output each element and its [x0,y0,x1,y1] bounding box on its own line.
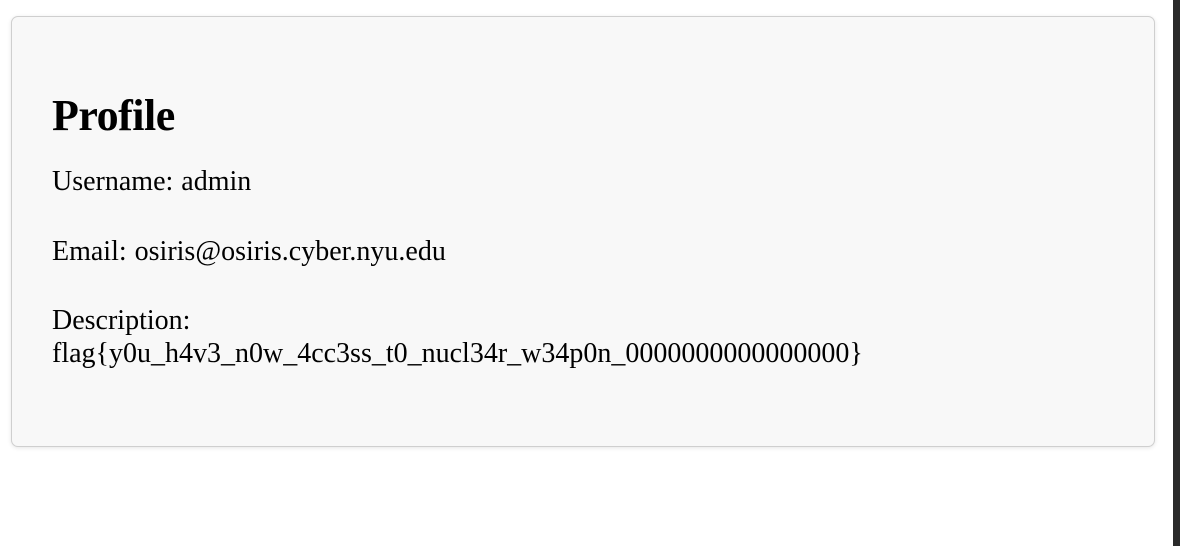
description-value: flag{y0u_h4v3_n0w_4cc3ss_t0_nucl34r_w34p… [52,338,863,369]
description-field: Description: flag{y0u_h4v3_n0w_4cc3ss_t0… [52,304,1114,370]
username-field: Username: admin [52,165,1114,198]
username-value: admin [181,166,252,197]
username-label: Username: [52,166,174,197]
window-edge [1173,0,1180,546]
description-label: Description: [52,305,191,336]
page: Profile Username: admin Email: osiris@osir… [0,0,1180,546]
email-field: Email: osiris@osiris.cyber.nyu.edu [52,235,1114,268]
email-label: Email: [52,236,127,267]
email-value: osiris@osiris.cyber.nyu.edu [134,236,446,267]
page-title: Profile [52,91,175,140]
profile-card: Profile Username: admin Email: osiris@osir… [11,16,1155,447]
